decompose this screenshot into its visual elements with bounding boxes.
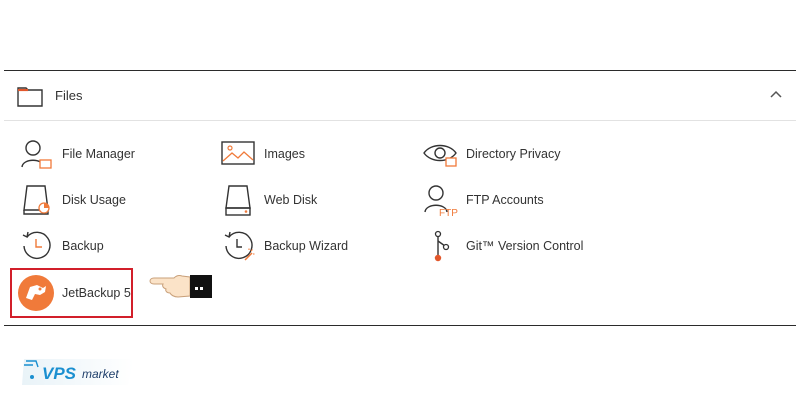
ftp-accounts-label: FTP Accounts — [466, 193, 544, 207]
web-disk-icon — [218, 182, 258, 218]
chevron-up-icon[interactable] — [768, 87, 784, 103]
git-icon — [420, 228, 460, 264]
images-label: Images — [264, 147, 305, 161]
git-version-control-link[interactable]: Git™ Version Control — [420, 228, 583, 264]
directory-privacy-label: Directory Privacy — [466, 147, 561, 161]
ftp-accounts-link[interactable]: FTP FTP Accounts — [420, 182, 544, 218]
ftp-accounts-icon: FTP — [420, 182, 460, 218]
pointing-hand-icon — [149, 275, 212, 298]
directory-privacy-link[interactable]: Directory Privacy — [420, 136, 560, 172]
logo-market: market — [82, 367, 119, 381]
jetbackup-highlight — [10, 268, 133, 318]
file-manager-label: File Manager — [62, 147, 135, 161]
file-manager-link[interactable]: File Manager — [16, 136, 135, 172]
backup-label: Backup — [62, 239, 104, 253]
panel-title: Files — [55, 88, 83, 103]
directory-privacy-icon — [420, 136, 460, 172]
vps-market-logo: VPS market — [22, 359, 134, 385]
backup-icon — [16, 228, 56, 264]
backup-wizard-label: Backup Wizard — [264, 239, 349, 253]
files-panel-header[interactable]: Files — [4, 71, 796, 121]
disk-usage-link[interactable]: Disk Usage — [16, 182, 126, 218]
disk-usage-label: Disk Usage — [62, 193, 126, 207]
folder-icon — [17, 87, 43, 107]
git-version-control-label: Git™ Version Control — [466, 239, 584, 253]
web-disk-link[interactable]: Web Disk — [218, 182, 317, 218]
backup-link[interactable]: Backup — [16, 228, 104, 264]
images-icon — [218, 136, 258, 172]
logo-vps: VPS — [42, 364, 77, 383]
disk-usage-icon — [16, 182, 56, 218]
ftp-badge: FTP — [439, 208, 458, 217]
web-disk-label: Web Disk — [264, 193, 318, 207]
backup-wizard-link[interactable]: Backup Wizard — [218, 228, 348, 264]
file-manager-icon — [16, 136, 56, 172]
backup-wizard-icon — [218, 228, 258, 264]
images-link[interactable]: Images — [218, 136, 305, 172]
